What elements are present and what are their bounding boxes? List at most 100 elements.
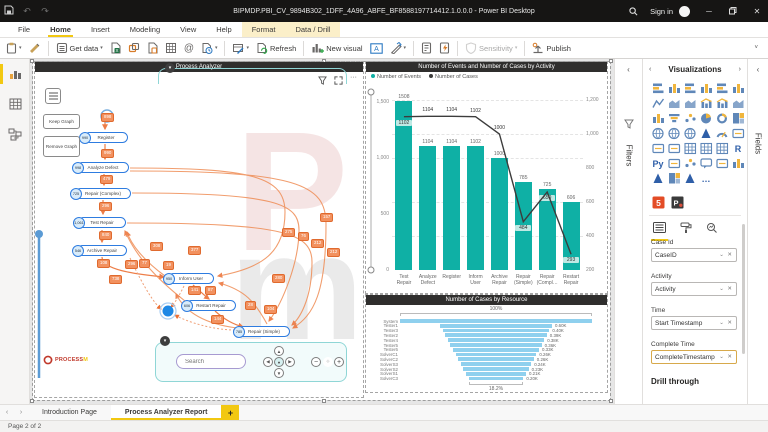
funnel-bar-tester4[interactable] xyxy=(448,338,544,342)
resize-handle[interactable] xyxy=(609,399,613,403)
tab-process-analyzer-report[interactable]: Process Analyzer Report xyxy=(111,405,222,420)
filled-map-icon[interactable] xyxy=(666,126,682,141)
expand-fields-icon[interactable]: ‹ xyxy=(748,59,768,74)
pill-controls[interactable]: ⌄ ✕ xyxy=(719,320,733,326)
excel-workbook-icon[interactable]: X xyxy=(108,42,123,54)
smart-narrative-icon[interactable] xyxy=(714,156,730,171)
resize-handle[interactable] xyxy=(30,399,34,403)
menu-insert[interactable]: Insert xyxy=(81,22,120,37)
process-node[interactable]: 785Repair (Simple) xyxy=(238,326,290,337)
focus-mode-icon[interactable] xyxy=(334,76,343,87)
process-node[interactable]: 606Restart Repair xyxy=(186,300,236,311)
area-chart-icon[interactable] xyxy=(666,96,682,111)
line-clustered-column-chart-icon[interactable] xyxy=(714,96,730,111)
field-pill-complete-timestamp[interactable]: CompleteTimestamp ⌄ ✕ xyxy=(651,350,737,364)
filters-pane-label[interactable]: Filters xyxy=(624,145,633,167)
html-viewer-icon[interactable]: 5 xyxy=(650,195,666,210)
redo-icon[interactable]: ↷ xyxy=(36,6,54,17)
dataverse-icon[interactable]: @ xyxy=(182,43,196,54)
power-apps-icon[interactable] xyxy=(650,171,666,186)
quick-measure-icon[interactable] xyxy=(437,42,452,54)
field-pill-caseid[interactable]: CaseID ⌄ ✕ xyxy=(651,248,737,262)
funnel-bar-solverc3[interactable] xyxy=(469,377,524,381)
gauge-icon[interactable] xyxy=(714,126,730,141)
minimize-button[interactable]: ─ xyxy=(698,0,720,22)
pan-right-button[interactable]: ▶ xyxy=(285,357,295,367)
process-node[interactable]: 546Archive Repair xyxy=(77,245,127,256)
menu-view[interactable]: View xyxy=(170,22,206,37)
save-icon[interactable] xyxy=(0,5,18,17)
data-hub-icon[interactable] xyxy=(126,42,142,54)
menu-data-drill[interactable]: Data / Drill xyxy=(285,22,340,37)
menu-file[interactable]: File xyxy=(8,22,40,37)
field-pill-activity[interactable]: Activity ⌄ ✕ xyxy=(651,282,737,296)
ribbon-chart-icon[interactable] xyxy=(730,96,746,111)
stacked-bar-chart-icon[interactable] xyxy=(650,81,666,96)
decomposition-tree-icon[interactable] xyxy=(666,171,682,186)
power-automate-icon[interactable] xyxy=(682,171,698,186)
new-visual-button[interactable]: New visual xyxy=(309,42,364,54)
menu-home[interactable]: Home xyxy=(40,22,81,37)
funnel-bar-tester3[interactable] xyxy=(443,329,550,333)
kpi-icon[interactable] xyxy=(666,141,682,156)
format-painter-icon[interactable] xyxy=(27,43,43,54)
pill-controls[interactable]: ⌄ ✕ xyxy=(719,252,733,258)
pane-scrollbar[interactable] xyxy=(742,224,745,354)
clustered-column-chart-icon[interactable] xyxy=(698,81,714,96)
search-icon[interactable] xyxy=(622,0,644,22)
keep-graph-button[interactable]: Keep Graph xyxy=(43,114,80,129)
funnel-bar-tester5[interactable] xyxy=(450,343,541,347)
get-data-button[interactable]: Get data▾ xyxy=(54,42,105,54)
refresh-button[interactable]: Refresh xyxy=(254,42,298,54)
events-cases-by-activity-visual[interactable]: Number of Events and Number of Cases by … xyxy=(366,62,607,293)
prev-page-icon[interactable]: ‹ xyxy=(0,405,14,420)
data-view-button[interactable] xyxy=(0,89,30,119)
shapes-button[interactable]: ▾ xyxy=(388,42,409,54)
resize-handle[interactable] xyxy=(322,399,326,403)
funnel-bar-solvers2[interactable] xyxy=(463,367,528,371)
funnel-bar-system[interactable] xyxy=(400,319,592,323)
collapse-ribbon-icon[interactable]: ˅ xyxy=(754,45,764,51)
line-stacked-column-chart-icon[interactable] xyxy=(698,96,714,111)
menu-modeling[interactable]: Modeling xyxy=(120,22,170,37)
collapse-timeline-icon[interactable]: ▾ xyxy=(165,63,175,73)
new-measure-icon[interactable] xyxy=(419,42,434,54)
undo-icon[interactable]: ↶ xyxy=(18,6,36,17)
slicer-icon[interactable] xyxy=(682,141,698,156)
matrix-icon[interactable] xyxy=(714,141,730,156)
resize-handle[interactable] xyxy=(609,59,613,63)
process-node[interactable]: 990Register xyxy=(84,132,128,143)
report-page[interactable]: Process Analyzer P m ··· ▾ Keep Graph Re… xyxy=(33,62,610,400)
filter-icon[interactable] xyxy=(318,76,327,87)
treemap-icon[interactable] xyxy=(730,111,746,126)
recent-sources-icon[interactable]: ▾ xyxy=(199,42,220,54)
process-node[interactable]: 725Repair (Complex) xyxy=(75,188,131,199)
paginated-report-icon[interactable] xyxy=(666,156,682,171)
enter-data-icon[interactable] xyxy=(163,42,179,54)
zoom-fit-button[interactable]: ⁘ xyxy=(323,357,333,367)
card-icon[interactable] xyxy=(730,126,746,141)
hamburger-menu-icon[interactable] xyxy=(45,88,61,104)
qa-visual-icon[interactable] xyxy=(698,156,714,171)
remove-graph-button[interactable]: Remove Graph xyxy=(43,136,80,157)
cases-by-resource-visual[interactable]: Number of Cases by Resource 100%SystemTe… xyxy=(366,295,607,392)
add-page-button[interactable]: + xyxy=(221,405,239,420)
restore-button[interactable] xyxy=(722,0,744,22)
expand-filters-icon[interactable]: ‹ xyxy=(615,59,642,74)
publish-button[interactable]: Publish xyxy=(530,42,573,54)
paste-button[interactable]: ▾ xyxy=(4,42,24,54)
funnel-bar-solverc2[interactable] xyxy=(458,357,534,361)
pan-left-button[interactable]: ◀ xyxy=(263,357,273,367)
waterfall-chart-icon[interactable] xyxy=(650,111,666,126)
shape-map-icon[interactable] xyxy=(682,126,698,141)
next-page-icon[interactable]: › xyxy=(14,405,28,420)
azure-map-icon[interactable] xyxy=(698,126,714,141)
stacked-area-chart-icon[interactable] xyxy=(682,96,698,111)
resize-handle[interactable] xyxy=(30,59,34,63)
table-icon[interactable] xyxy=(698,141,714,156)
multi-row-card-icon[interactable] xyxy=(650,141,666,156)
100-stacked-bar-chart-icon[interactable] xyxy=(714,81,730,96)
text-box-button[interactable]: A xyxy=(368,43,385,54)
process-node[interactable]: 1,061Test Repair xyxy=(78,217,126,228)
analytics-tab[interactable] xyxy=(706,220,718,240)
